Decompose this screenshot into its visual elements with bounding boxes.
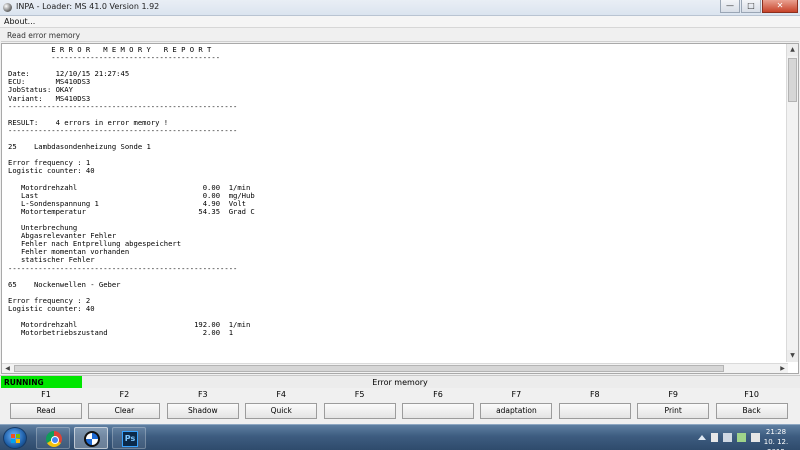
scroll-right-arrow-icon[interactable]: ▶ <box>777 364 788 373</box>
fkey-number: F3 <box>197 390 208 399</box>
report-line <box>8 216 783 224</box>
minimize-button[interactable]: — <box>720 0 740 13</box>
fkey-f3: F3 Shadow <box>165 388 241 422</box>
fkey-button-f9[interactable]: Print <box>637 403 710 419</box>
status-bar: RUNNING Error memory <box>0 375 800 389</box>
report-line: Error frequency : 1 <box>8 158 91 168</box>
windows-logo-icon <box>11 434 21 444</box>
fkey-number: F7 <box>511 390 522 399</box>
fkey-f8: F8 <box>557 388 633 422</box>
fkey-f7: F7 adaptation <box>478 388 554 422</box>
scroll-left-arrow-icon[interactable]: ◀ <box>2 364 13 373</box>
fkey-number: F1 <box>41 390 51 399</box>
flag-notification-icon[interactable] <box>711 433 718 442</box>
menu-about[interactable]: About... <box>4 17 35 26</box>
inpa-app-icon <box>3 3 12 12</box>
system-tray <box>698 433 760 442</box>
fkey-button-f6[interactable] <box>402 403 474 419</box>
photoshop-icon: Ps <box>122 431 138 447</box>
scroll-up-arrow-icon[interactable]: ▲ <box>787 44 798 56</box>
report-line: ----------------------------------------… <box>8 125 238 135</box>
content-header: Read error memory <box>1 30 799 42</box>
report-line: --------------------------------------- <box>8 53 221 63</box>
fkey-number: F10 <box>744 390 759 399</box>
fkey-f6: F6 <box>400 388 476 422</box>
fkey-button-f3[interactable]: Shadow <box>166 403 239 419</box>
fkey-button-f1[interactable]: Read <box>10 403 82 419</box>
fkey-button-f8[interactable] <box>558 403 631 419</box>
taskbar-chrome[interactable] <box>36 427 70 449</box>
fkey-f1: F1 Read <box>8 388 84 422</box>
fkey-number: F5 <box>354 390 365 399</box>
report-line: Error frequency : 2 <box>8 295 91 305</box>
close-button[interactable]: ✕ <box>762 0 798 13</box>
report-line: ECU: MS410DS3 <box>8 77 91 87</box>
report-line: ----------------------------------------… <box>8 101 238 111</box>
fkey-button-f7[interactable]: adaptation <box>480 403 553 419</box>
maximize-button[interactable]: □ <box>741 0 761 13</box>
fkey-f9: F9 Print <box>635 388 711 422</box>
report-line: Motortemperatur 54.35 Grad C <box>8 206 255 216</box>
report-line: Fehler momentan vorhanden <box>8 247 130 257</box>
fkey-number: F6 <box>433 390 443 399</box>
report-line: 25 Lambdasondenheizung Sonde 1 <box>8 142 151 152</box>
fkey-button-f5[interactable] <box>323 403 396 419</box>
fkey-number: F8 <box>589 390 600 399</box>
report-line: Unterbrechung <box>8 223 78 233</box>
report-line: Logistic counter: 40 <box>8 166 95 176</box>
fkey-f2: F2 Clear <box>86 388 162 422</box>
window-titlebar[interactable]: INPA - Loader: MS 41.0 Version 1.92 — □ … <box>0 0 800 16</box>
taskbar-inpa[interactable] <box>74 427 108 449</box>
bmw-inpa-icon <box>84 431 100 447</box>
content-header-label: Read error memory <box>7 31 81 40</box>
vertical-scrollbar[interactable]: ▲ ▼ <box>786 44 798 362</box>
window-title: INPA - Loader: MS 41.0 Version 1.92 <box>16 2 160 11</box>
report-line: ----------------------------------------… <box>8 263 238 273</box>
report-pane[interactable]: E R R O R M E M O R Y R E P O R T ------… <box>1 43 799 374</box>
clock-date: 10. 12. 2015 <box>763 438 789 450</box>
network-icon[interactable] <box>723 433 732 442</box>
start-button[interactable] <box>3 427 27 449</box>
clock-time: 21:28 <box>765 428 787 436</box>
report-line: Motorbetriebszustand 2.00 1 <box>8 328 234 338</box>
horizontal-scrollbar[interactable]: ◀ ▶ <box>2 363 788 373</box>
error-memory-report: E R R O R M E M O R Y R E P O R T ------… <box>8 46 783 364</box>
fkey-f5: F5 <box>322 388 398 422</box>
taskbar-clock[interactable]: 21:28 10. 12. 2015 <box>758 427 794 450</box>
fkey-button-f10[interactable]: Back <box>715 403 788 419</box>
windows-taskbar: Ps 21:28 10. 12. 2015 <box>0 424 800 450</box>
horizontal-scroll-thumb[interactable] <box>14 365 724 372</box>
report-line: Date: 12/10/15 21:27:45 <box>8 69 130 79</box>
menu-bar: About... <box>0 16 800 28</box>
report-line: 65 Nockenwellen - Geber <box>8 279 121 289</box>
scroll-down-arrow-icon[interactable]: ▼ <box>787 350 798 362</box>
report-line: JobStatus: OKAY <box>8 85 73 95</box>
fkey-number: F9 <box>668 390 679 399</box>
vertical-scroll-thumb[interactable] <box>788 58 797 102</box>
fkey-f4: F4 Quick <box>243 388 319 422</box>
report-line: Logistic counter: 40 <box>8 304 95 313</box>
chrome-icon <box>46 431 62 447</box>
report-line <box>8 273 783 281</box>
function-key-bar: F1 Read F2 Clear F3 Shadow F4 Quick F5 F6 F7 adapta… <box>0 388 800 422</box>
fkey-f10: F10 Back <box>714 388 790 422</box>
report-line <box>8 151 783 159</box>
window-controls: — □ ✕ <box>719 0 798 14</box>
fkey-button-f4[interactable]: Quick <box>245 403 318 419</box>
power-icon[interactable] <box>737 433 746 442</box>
fkey-number: F4 <box>276 390 287 399</box>
taskbar-photoshop[interactable]: Ps <box>112 427 146 449</box>
report-line <box>8 289 783 297</box>
fkey-number: F2 <box>119 390 130 399</box>
fkey-button-f2[interactable]: Clear <box>88 403 161 419</box>
tray-arrow-icon[interactable] <box>698 435 706 440</box>
